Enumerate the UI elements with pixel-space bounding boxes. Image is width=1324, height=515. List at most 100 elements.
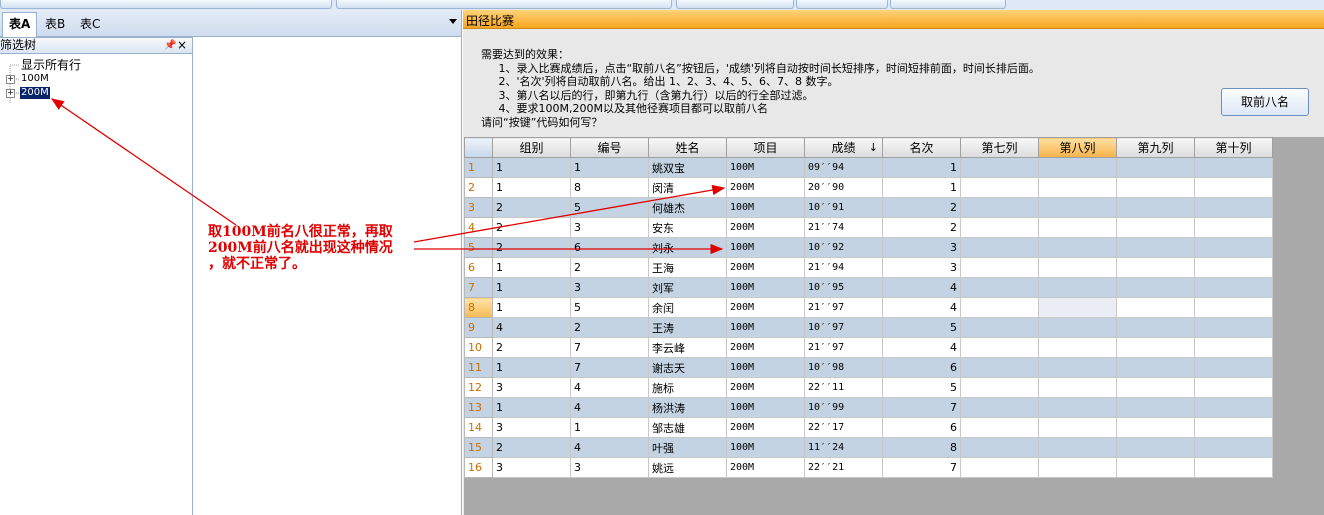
table-row[interactable]: 14 3 1 邹志雄 200M 22′′17 6 [464,417,1273,438]
grid-cell[interactable] [1038,157,1117,178]
grid-cell[interactable] [960,417,1039,438]
column-header[interactable]: 姓名 [648,137,727,158]
tab-table-a[interactable]: 表A [2,12,38,37]
grid-cell[interactable] [1116,357,1195,378]
grid-cell[interactable]: 100M [726,357,805,378]
grid-cell[interactable] [1038,177,1117,198]
grid-cell[interactable]: 2 [492,197,571,218]
grid-cell[interactable] [960,397,1039,418]
grid-cell[interactable] [1116,197,1195,218]
grid-cell[interactable]: 10′′99 [804,397,883,418]
grid-cell[interactable] [1194,417,1273,438]
column-header[interactable]: 组别 [492,137,571,158]
table-row[interactable]: 9 4 2 王涛 100M 10′′97 5 [464,317,1273,338]
tree-node-100m[interactable]: 100M [21,73,49,85]
grid-cell[interactable] [1116,377,1195,398]
grid-cell[interactable] [1194,397,1273,418]
grid-cell[interactable] [1116,337,1195,358]
grid-cell[interactable]: 1 [492,157,571,178]
grid-cell[interactable]: 10′′91 [804,197,883,218]
tab-table-c[interactable]: 表C [74,13,106,35]
grid-cell[interactable] [1194,217,1273,238]
grid-cell[interactable]: 200M [726,417,805,438]
grid-cell[interactable] [1116,217,1195,238]
grid-cell[interactable] [960,257,1039,278]
grid-cell[interactable] [1038,297,1117,318]
grid-cell[interactable]: 4 [882,297,961,318]
grid-cell[interactable]: 3 [570,277,649,298]
grid-cell[interactable]: 1 [882,177,961,198]
grid-cell[interactable] [1194,457,1273,478]
grid-cell[interactable] [1116,257,1195,278]
grid-cell[interactable]: 6 [882,417,961,438]
grid-cell[interactable]: 7 [882,457,961,478]
grid-cell[interactable]: 施标 [648,377,727,398]
grid-cell[interactable]: 2 [492,237,571,258]
row-number[interactable]: 11 [464,357,493,378]
grid-cell[interactable]: 4 [882,277,961,298]
grid-cell[interactable]: 3 [492,377,571,398]
grid-cell[interactable]: 09′′94 [804,157,883,178]
grid-cell[interactable] [1038,197,1117,218]
grid-cell[interactable] [1194,297,1273,318]
grid-cell[interactable]: 5 [570,197,649,218]
grid-cell[interactable]: 3 [492,457,571,478]
grid-cell[interactable] [960,457,1039,478]
grid-cell[interactable] [960,237,1039,258]
grid-cell[interactable] [1038,397,1117,418]
grid-cell[interactable] [960,337,1039,358]
grid-cell[interactable] [1116,237,1195,258]
grid-cell[interactable]: 200M [726,377,805,398]
grid-cell[interactable]: 100M [726,157,805,178]
grid-cell[interactable]: 8 [882,437,961,458]
grid-cell[interactable] [1116,417,1195,438]
grid-cell[interactable] [1116,157,1195,178]
column-header[interactable]: 第九列 [1116,137,1195,158]
grid-cell[interactable]: 安东 [648,217,727,238]
select-all-corner[interactable] [464,137,493,158]
table-row[interactable]: 1 1 1 姚双宝 100M 09′′94 1 [464,157,1273,178]
grid-cell[interactable]: 2 [492,217,571,238]
grid-cell[interactable]: 闵清 [648,177,727,198]
grid-cell[interactable] [960,197,1039,218]
grid-cell[interactable] [1038,357,1117,378]
grid-cell[interactable]: 1 [492,177,571,198]
grid-cell[interactable] [1116,297,1195,318]
table-row[interactable]: 15 2 4 叶强 100M 11′′24 8 [464,437,1273,458]
grid-cell[interactable] [1116,277,1195,298]
grid-cell[interactable] [1194,237,1273,258]
table-row[interactable]: 6 1 2 王海 200M 21′′94 3 [464,257,1273,278]
table-row[interactable]: 11 1 7 谢志天 100M 10′′98 6 [464,357,1273,378]
grid-cell[interactable]: 100M [726,437,805,458]
grid-cell[interactable] [1038,217,1117,238]
grid-cell[interactable]: 100M [726,237,805,258]
grid-cell[interactable]: 10′′95 [804,277,883,298]
row-number[interactable]: 10 [464,337,493,358]
tab-table-b[interactable]: 表B [39,13,71,35]
grid-cell[interactable]: 4 [492,317,571,338]
grid-cell[interactable]: 姚双宝 [648,157,727,178]
grid-cell[interactable] [1116,457,1195,478]
table-row[interactable]: 8 1 5 余闰 200M 21′′97 4 [464,297,1273,318]
grid-cell[interactable] [1116,397,1195,418]
grid-cell[interactable]: 刘军 [648,277,727,298]
grid-cell[interactable] [1194,377,1273,398]
row-number[interactable]: 13 [464,397,493,418]
grid-cell[interactable]: 10′′98 [804,357,883,378]
grid-cell[interactable]: 100M [726,397,805,418]
grid-cell[interactable] [960,277,1039,298]
row-number[interactable]: 5 [464,237,493,258]
tree-node-200m[interactable]: 200M [20,87,50,99]
row-number[interactable]: 4 [464,217,493,238]
table-row[interactable]: 5 2 6 刘永 100M 10′′92 3 [464,237,1273,258]
grid-cell[interactable]: 100M [726,317,805,338]
grid-cell[interactable] [1038,417,1117,438]
grid-cell[interactable]: 3 [882,257,961,278]
grid-cell[interactable]: 6 [570,237,649,258]
grid-cell[interactable]: 刘永 [648,237,727,258]
grid-cell[interactable]: 6 [882,357,961,378]
grid-cell[interactable]: 1 [570,417,649,438]
grid-cell[interactable] [960,177,1039,198]
grid-cell[interactable]: 4 [882,337,961,358]
grid-cell[interactable] [960,157,1039,178]
